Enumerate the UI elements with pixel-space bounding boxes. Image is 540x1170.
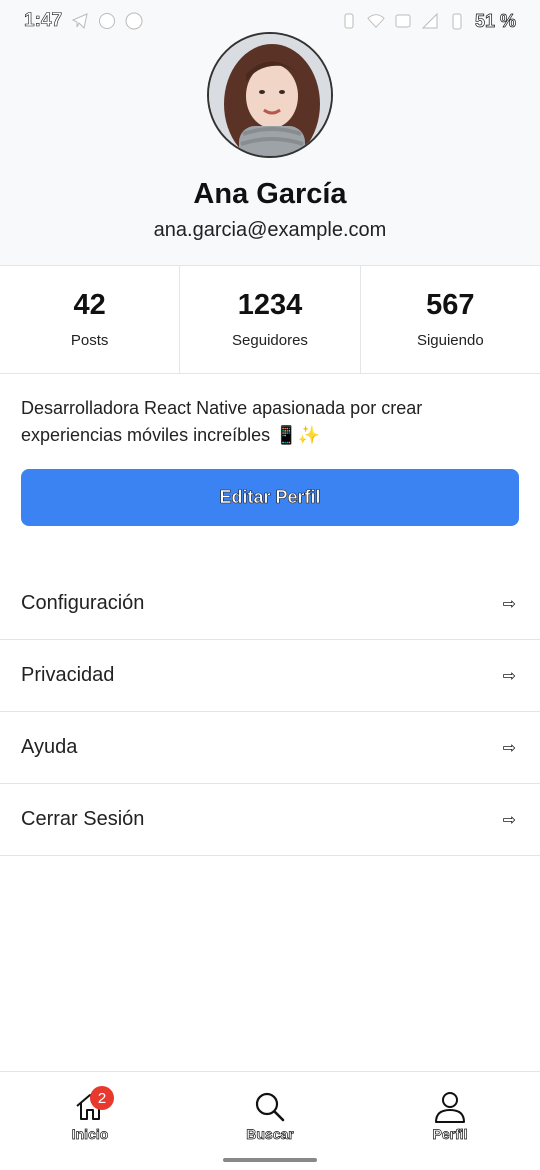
menu-item-ayuda[interactable]: Ayuda ⇨ [0,712,540,784]
stat-value: 1234 [237,289,303,322]
stat-label: Posts [70,331,109,349]
stat-value: 42 [73,289,106,322]
stat-label: Seguidores [232,331,308,349]
menu-item-configuracion[interactable]: Configuración ⇨ [0,568,540,640]
stat-followers[interactable]: 1234 Seguidores [180,266,361,373]
nav-item-inicio[interactable]: 2 Inicio [0,1072,180,1170]
status-bar: 1:47 51 % [0,0,540,42]
stats-row: 42 Posts 1234 Seguidores 567 Siguiendo [0,266,540,374]
arrow-right-icon: ⇨ [502,667,516,685]
vibrate-icon [340,12,358,30]
stat-posts[interactable]: 42 Posts [0,266,181,373]
stat-following[interactable]: 567 Siguiendo [361,266,540,373]
bottom-nav: 2 Inicio Buscar Perfil [0,1071,540,1170]
nav-label: Perfil [432,1126,468,1143]
nav-item-buscar[interactable]: Buscar [180,1072,360,1170]
user-icon [435,1092,465,1123]
menu-item-label: Ayuda [21,736,78,758]
avatar-photo [209,34,331,156]
menu-item-label: Privacidad [21,664,115,686]
battery-percent: 51 % [474,10,517,31]
search-icon [255,1092,285,1122]
signal-icon [421,12,439,30]
menu-item-label: Cerrar Sesión [21,808,145,830]
menu-item-privacidad[interactable]: Privacidad ⇨ [0,640,540,712]
notification-badge: 2 [90,1086,114,1110]
menu-item-label: Configuración [21,592,145,614]
wifi-icon [367,12,385,30]
profile-bio: Desarrolladora React Native apasionada p… [21,398,423,445]
menu-item-cerrar-sesion[interactable]: Cerrar Sesión ⇨ [0,784,540,856]
home-indicator[interactable] [223,1158,317,1162]
arrow-right-icon: ⇨ [502,739,516,757]
arrow-right-icon: ⇨ [502,811,516,829]
battery-icon [448,12,466,30]
settings-menu: Configuración ⇨ Privacidad ⇨ Ayuda ⇨ Cer… [0,568,540,856]
avatar[interactable] [207,32,333,158]
messenger-icon [125,12,143,30]
nav-label: Inicio [71,1126,109,1143]
profile-name: Ana García [193,178,347,210]
edit-profile-label: Editar Perfil [219,487,321,508]
status-time: 1:47 [24,10,63,32]
data-icon [394,12,412,30]
stat-label: Siguiendo [416,331,484,349]
telegram-icon [71,12,89,30]
nav-label: Buscar [246,1126,294,1143]
nav-item-perfil[interactable]: Perfil [360,1072,540,1170]
stat-value: 567 [426,289,475,322]
edit-profile-button[interactable]: Editar Perfil [21,469,519,526]
profile-email: ana.garcia@example.com [153,219,387,241]
whatsapp-icon [98,12,116,30]
arrow-right-icon: ⇨ [502,595,516,613]
